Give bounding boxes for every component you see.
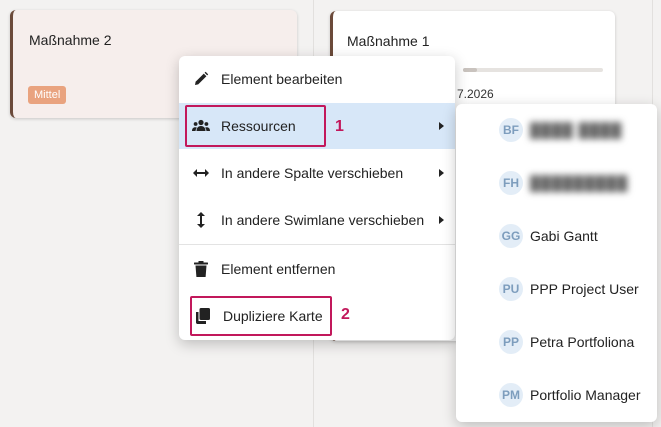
resource-name: Petra Portfoliona [530, 334, 635, 350]
pencil-icon [192, 70, 210, 88]
resource-item[interactable]: BF ████ ████ [456, 104, 657, 156]
resource-item[interactable]: PU PPP Project User [456, 263, 657, 315]
avatar: GG [499, 224, 523, 248]
menu-item-edit[interactable]: Element bearbeiten [179, 56, 455, 102]
resource-name: ████ ████ [530, 122, 623, 138]
horizontal-arrows-icon [192, 164, 210, 182]
menu-item-label: Element bearbeiten [221, 71, 343, 87]
card-title: Maßnahme 1 [347, 33, 430, 49]
menu-item-move-column[interactable]: In andere Spalte verschieben [179, 150, 455, 196]
resource-item[interactable]: GG Gabi Gantt [456, 210, 657, 262]
resource-name: Portfolio Manager [530, 387, 641, 403]
resource-item[interactable]: PP Petra Portfoliona [456, 316, 657, 368]
avatar: PU [499, 277, 523, 301]
annotation-number-1: 1 [335, 118, 344, 135]
resource-name: Gabi Gantt [530, 228, 598, 244]
progress-bar [463, 68, 603, 72]
highlight-box-2 [190, 296, 332, 336]
submenu-caret-icon [439, 216, 444, 224]
trash-icon [192, 260, 210, 278]
menu-divider [179, 244, 455, 245]
menu-item-remove[interactable]: Element entfernen [179, 246, 455, 292]
resource-name: PPP Project User [530, 281, 639, 297]
menu-item-move-swimlane[interactable]: In andere Swimlane verschieben [179, 197, 455, 243]
menu-item-label: In andere Swimlane verschieben [221, 212, 425, 228]
resource-item[interactable]: FH █████████ [456, 157, 657, 209]
priority-badge: Mittel [28, 86, 67, 104]
highlight-box-1 [185, 105, 326, 147]
card-date: 7.2026 [457, 87, 494, 101]
resource-name: █████████ [530, 175, 629, 191]
progress-fill [463, 68, 477, 72]
resources-submenu: BF ████ ████ FH █████████ GG Gabi Gantt … [456, 104, 657, 422]
avatar: FH [499, 171, 523, 195]
menu-item-label: Element entfernen [221, 261, 336, 277]
card-title: Maßnahme 2 [29, 32, 112, 48]
vertical-arrows-icon [192, 211, 210, 229]
avatar: BF [499, 118, 523, 142]
avatar: PP [499, 330, 523, 354]
submenu-caret-icon [439, 169, 444, 177]
submenu-caret-icon [439, 122, 444, 130]
resource-item[interactable]: PM Portfolio Manager [456, 369, 657, 421]
avatar: PM [499, 383, 523, 407]
annotation-number-2: 2 [341, 306, 350, 323]
menu-item-label: In andere Spalte verschieben [221, 165, 404, 181]
